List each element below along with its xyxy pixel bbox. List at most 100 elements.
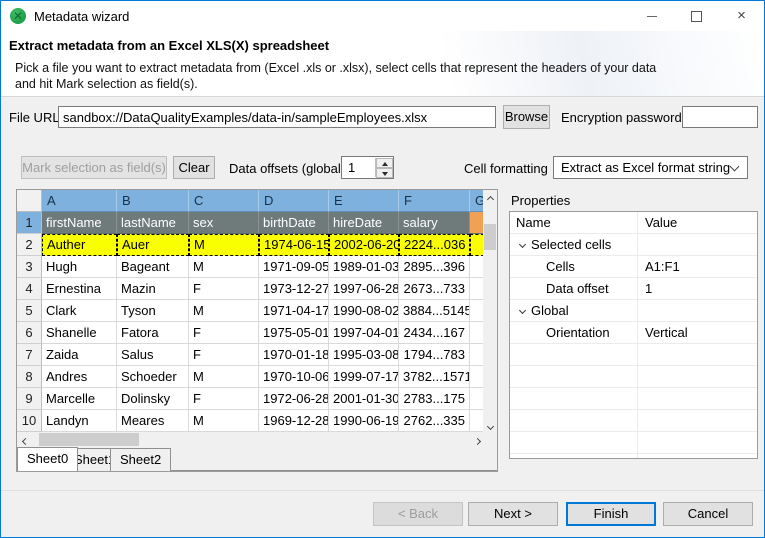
data-cell[interactable]: 2673...733 [399, 278, 470, 300]
column-header-G[interactable]: G [470, 190, 484, 212]
data-cell[interactable] [470, 234, 484, 256]
header-cell[interactable]: hireDate [329, 212, 399, 234]
data-cell[interactable]: M [189, 410, 259, 432]
vertical-scrollbar-thumb[interactable] [484, 224, 496, 250]
data-cell[interactable]: 1974-06-15 [259, 234, 329, 256]
data-cell[interactable]: Ernestina [42, 278, 117, 300]
data-cell[interactable]: 2762...335 [399, 410, 470, 432]
finish-button[interactable]: Finish [566, 502, 656, 526]
data-cell[interactable]: 1794...783 [399, 344, 470, 366]
data-cell[interactable]: Tyson [117, 300, 189, 322]
data-cell[interactable]: 1997-04-01 [329, 322, 399, 344]
column-header-E[interactable]: E [329, 190, 399, 212]
browse-button[interactable]: Browse [503, 105, 550, 129]
header-cell[interactable]: lastName [117, 212, 189, 234]
property-row[interactable]: OrientationVertical [510, 322, 757, 344]
data-cell[interactable]: Salus [117, 344, 189, 366]
data-cell[interactable]: 1990-08-02 [329, 300, 399, 322]
data-cell[interactable]: Clark [42, 300, 117, 322]
row-header-9[interactable]: 9 [17, 388, 42, 410]
scroll-up-icon[interactable] [483, 190, 497, 205]
data-cell[interactable] [470, 322, 484, 344]
property-row[interactable]: Data offset1 [510, 278, 757, 300]
data-cell[interactable]: M [189, 234, 259, 256]
data-cell[interactable]: Shanelle [42, 322, 117, 344]
data-cell[interactable]: 1995-03-08 [329, 344, 399, 366]
spinner-up-icon[interactable] [376, 158, 393, 168]
encryption-password-input[interactable] [682, 106, 758, 128]
vertical-scrollbar[interactable] [483, 190, 497, 432]
data-cell[interactable]: 1972-06-28 [259, 388, 329, 410]
data-cell[interactable] [470, 410, 484, 432]
expand-chevron-icon[interactable] [519, 307, 526, 314]
data-cell[interactable]: 2434...167 [399, 322, 470, 344]
property-row[interactable]: CellsA1:F1 [510, 256, 757, 278]
data-cell[interactable] [470, 344, 484, 366]
data-cell[interactable]: 1997-06-28 [329, 278, 399, 300]
data-cell[interactable]: M [189, 366, 259, 388]
row-header-3[interactable]: 3 [17, 256, 42, 278]
data-cell[interactable]: Andres [42, 366, 117, 388]
data-offsets-spinner[interactable]: 1 [341, 156, 394, 179]
data-cell[interactable]: 2002-06-20 [329, 234, 399, 256]
back-button[interactable]: < Back [373, 502, 463, 526]
data-cell[interactable] [470, 388, 484, 410]
header-cell[interactable]: firstName [42, 212, 117, 234]
data-cell[interactable]: 1971-09-05 [259, 256, 329, 278]
data-cell[interactable]: M [189, 300, 259, 322]
data-cell[interactable]: Mazin [117, 278, 189, 300]
property-row[interactable]: Global [510, 300, 757, 322]
data-cell[interactable]: Zaida [42, 344, 117, 366]
data-cell[interactable]: 1970-10-06 [259, 366, 329, 388]
next-column-cell[interactable] [470, 212, 484, 234]
scroll-left-icon[interactable] [17, 432, 33, 447]
horizontal-scrollbar[interactable] [17, 432, 485, 447]
data-cell[interactable] [470, 366, 484, 388]
data-cell[interactable]: Marcelle [42, 388, 117, 410]
data-cell[interactable]: 1989-01-03 [329, 256, 399, 278]
data-cell[interactable]: F [189, 388, 259, 410]
next-button[interactable]: Next > [468, 502, 558, 526]
data-cell[interactable]: Meares [117, 410, 189, 432]
data-cell[interactable]: F [189, 322, 259, 344]
header-cell[interactable]: birthDate [259, 212, 329, 234]
cell-formatting-dropdown[interactable]: Extract as Excel format string [553, 156, 748, 179]
data-cell[interactable]: Schoeder [117, 366, 189, 388]
data-cell[interactable]: 2001-01-30 [329, 388, 399, 410]
data-cell[interactable]: 3782...1571 [399, 366, 470, 388]
data-cell[interactable]: Auer [117, 234, 189, 256]
property-row[interactable]: Selected cells [510, 234, 757, 256]
row-header-7[interactable]: 7 [17, 344, 42, 366]
data-cell[interactable]: M [189, 256, 259, 278]
data-cell[interactable]: 1975-05-01 [259, 322, 329, 344]
header-cell[interactable]: sex [189, 212, 259, 234]
row-header-2[interactable]: 2 [17, 234, 42, 256]
data-cell[interactable]: 1969-12-28 [259, 410, 329, 432]
data-cell[interactable]: 1999-07-17 [329, 366, 399, 388]
data-cell[interactable] [470, 300, 484, 322]
clear-button[interactable]: Clear [173, 156, 215, 179]
grid-corner-cell[interactable] [17, 190, 42, 212]
column-header-F[interactable]: F [399, 190, 470, 212]
row-header-1[interactable]: 1 [17, 212, 42, 234]
data-cell[interactable]: Auther [42, 234, 117, 256]
data-cell[interactable]: 1971-04-17 [259, 300, 329, 322]
column-header-C[interactable]: C [189, 190, 259, 212]
column-header-B[interactable]: B [117, 190, 189, 212]
tab-sheet0[interactable]: Sheet0 [17, 447, 78, 471]
data-cell[interactable]: Bageant [117, 256, 189, 278]
close-icon[interactable]: × [719, 1, 764, 31]
data-cell[interactable]: 2783...175 [399, 388, 470, 410]
data-cell[interactable] [470, 256, 484, 278]
data-cell[interactable]: F [189, 344, 259, 366]
column-header-A[interactable]: A [42, 190, 117, 212]
scroll-down-icon[interactable] [483, 417, 497, 432]
expand-chevron-icon[interactable] [519, 241, 526, 248]
data-cell[interactable] [470, 278, 484, 300]
data-cell[interactable]: Dolinsky [117, 388, 189, 410]
spinner-down-icon[interactable] [376, 168, 393, 178]
mark-selection-button[interactable]: Mark selection as field(s) [21, 156, 167, 179]
row-header-8[interactable]: 8 [17, 366, 42, 388]
minimize-icon[interactable] [629, 1, 674, 31]
data-cell[interactable]: Hugh [42, 256, 117, 278]
